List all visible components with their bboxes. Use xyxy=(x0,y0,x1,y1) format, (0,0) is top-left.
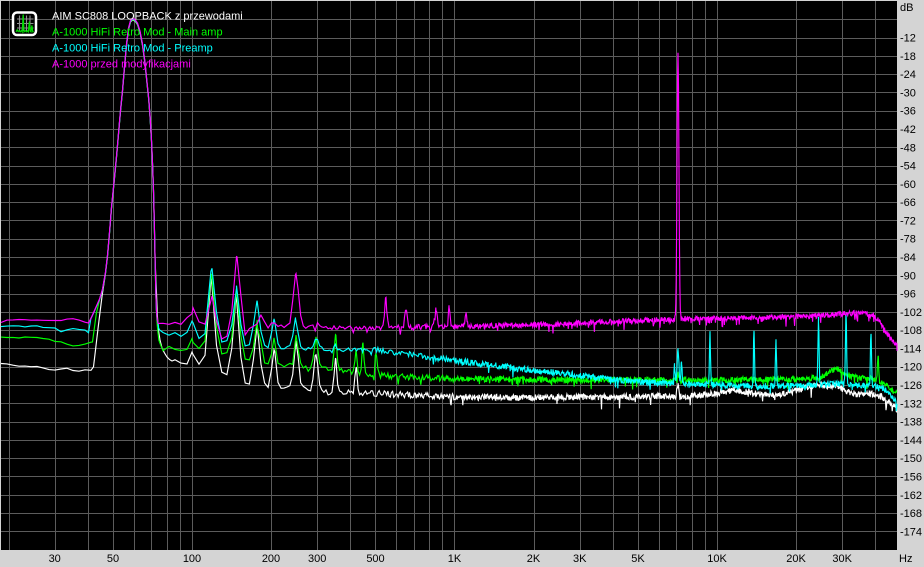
svg-text:-108: -108 xyxy=(900,325,922,337)
svg-text:-120: -120 xyxy=(900,362,922,374)
svg-text:A-1000 przed modyfikacjami: A-1000 przed modyfikacjami xyxy=(52,59,191,71)
svg-text:3K: 3K xyxy=(573,553,587,565)
svg-text:AIM SC808 LOOPBACK z przewodam: AIM SC808 LOOPBACK z przewodami xyxy=(52,11,243,23)
svg-text:-48: -48 xyxy=(900,142,916,154)
svg-text:-18: -18 xyxy=(900,51,916,63)
svg-text:-90: -90 xyxy=(900,270,916,282)
svg-text:-126: -126 xyxy=(900,380,922,392)
svg-text:30: 30 xyxy=(49,553,61,565)
svg-text:2K: 2K xyxy=(527,553,541,565)
svg-text:-54: -54 xyxy=(900,161,916,173)
svg-text:-78: -78 xyxy=(900,234,916,246)
svg-text:-150: -150 xyxy=(900,453,922,465)
svg-text:-114: -114 xyxy=(900,344,921,356)
svg-text:1K: 1K xyxy=(448,553,462,565)
svg-text:dB: dB xyxy=(900,2,913,14)
svg-text:-66: -66 xyxy=(900,197,916,209)
svg-text:200: 200 xyxy=(262,553,280,565)
svg-text:-72: -72 xyxy=(900,216,916,228)
svg-text:50: 50 xyxy=(107,553,119,565)
svg-text:20K: 20K xyxy=(786,553,806,565)
svg-text:A-1000 HiFi Retro Mod - Preamp: A-1000 HiFi Retro Mod - Preamp xyxy=(52,43,213,55)
svg-text:-42: -42 xyxy=(900,124,916,136)
svg-text:A-1000 HiFi Retro Mod - Main a: A-1000 HiFi Retro Mod - Main amp xyxy=(52,27,223,39)
svg-text:Hz: Hz xyxy=(899,553,912,565)
svg-text:-162: -162 xyxy=(900,490,922,502)
svg-text:-84: -84 xyxy=(900,252,916,264)
svg-text:10K: 10K xyxy=(707,553,727,565)
svg-text:100: 100 xyxy=(183,553,201,565)
svg-text:-168: -168 xyxy=(900,508,922,520)
svg-text:-96: -96 xyxy=(900,289,916,301)
svg-text:-132: -132 xyxy=(900,398,922,410)
svg-text:-30: -30 xyxy=(900,87,916,99)
svg-text:-60: -60 xyxy=(900,179,916,191)
svg-text:300: 300 xyxy=(308,553,326,565)
svg-text:-174: -174 xyxy=(900,526,922,538)
svg-text:5K: 5K xyxy=(631,553,645,565)
svg-text:-12: -12 xyxy=(900,33,916,45)
svg-text:30K: 30K xyxy=(832,553,852,565)
svg-text:-156: -156 xyxy=(900,472,922,484)
svg-text:-138: -138 xyxy=(900,417,922,429)
svg-text:-24: -24 xyxy=(900,69,916,81)
svg-text:-36: -36 xyxy=(900,106,916,118)
svg-text:-102: -102 xyxy=(900,307,922,319)
svg-text:-144: -144 xyxy=(900,435,922,447)
svg-text:500: 500 xyxy=(366,553,384,565)
